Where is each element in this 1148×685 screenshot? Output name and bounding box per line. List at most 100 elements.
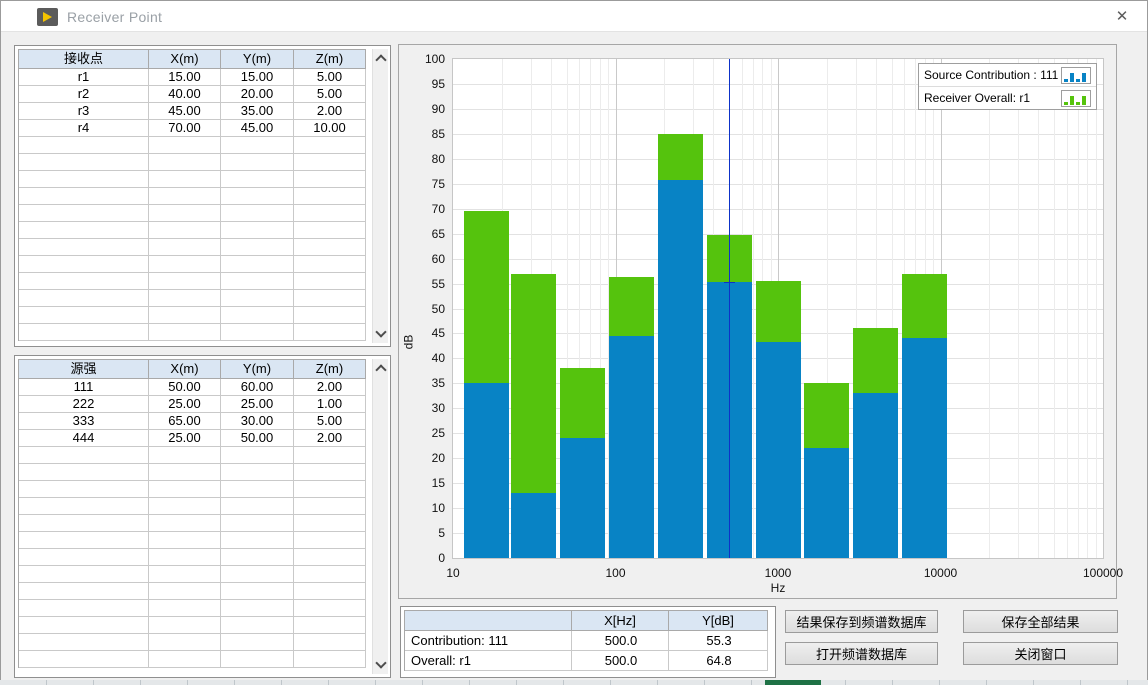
table-cell[interactable]: 50.00 <box>221 430 294 447</box>
table-cell[interactable]: r4 <box>19 120 149 137</box>
scroll-down-icon[interactable] <box>375 657 386 668</box>
table-cell <box>221 617 294 634</box>
bar-chart-icon-blue[interactable] <box>1061 67 1091 84</box>
legend-entry-contribution[interactable]: Source Contribution : 111 <box>919 64 1096 86</box>
save-to-spectrum-db-button[interactable]: 结果保存到频谱数据库 <box>785 610 938 633</box>
table-cell[interactable]: 25.00 <box>149 396 221 413</box>
table-cell[interactable]: 65.00 <box>149 413 221 430</box>
table-cell <box>294 634 366 651</box>
y-tick-label: 25 <box>399 426 445 440</box>
table-row[interactable]: Contribution: 111500.055.3 <box>405 631 768 651</box>
table-cell[interactable]: 500.0 <box>572 631 669 651</box>
table-row[interactable]: 44425.0050.002.00 <box>19 430 366 447</box>
table-cell[interactable]: 444 <box>19 430 149 447</box>
scroll-down-icon[interactable] <box>375 326 386 337</box>
close-window-button[interactable]: 关闭窗口 <box>963 642 1118 665</box>
close-icon[interactable]: ✕ <box>1111 7 1133 27</box>
empty-table-row <box>19 651 366 668</box>
table-cell <box>149 222 221 239</box>
table-row[interactable]: r345.0035.002.00 <box>19 103 366 120</box>
table-cell[interactable]: Contribution: 111 <box>405 631 572 651</box>
table-cell[interactable]: 15.00 <box>221 69 294 86</box>
table-cell[interactable]: r1 <box>19 69 149 86</box>
table-cell[interactable]: 35.00 <box>221 103 294 120</box>
table-row[interactable]: 33365.0030.005.00 <box>19 413 366 430</box>
table-cell[interactable]: 5.00 <box>294 86 366 103</box>
receiver-points-table[interactable]: 接收点X(m)Y(m)Z(m)r115.0015.005.00r240.0020… <box>14 45 391 347</box>
legend-entry-overall[interactable]: Receiver Overall: r1 <box>919 86 1096 109</box>
cursor-readout-table[interactable]: X[Hz]Y[dB]Contribution: 111500.055.3Over… <box>400 606 776 678</box>
empty-table-row <box>19 447 366 464</box>
cursor-line[interactable] <box>729 59 730 558</box>
table-cell <box>19 617 149 634</box>
table-cell <box>221 222 294 239</box>
y-tick-label: 20 <box>399 451 445 465</box>
empty-table-row <box>19 137 366 154</box>
column-header: Y[dB] <box>669 611 768 631</box>
table-cell[interactable]: 5.00 <box>294 413 366 430</box>
table-row[interactable]: r240.0020.005.00 <box>19 86 366 103</box>
table-cell[interactable]: 500.0 <box>572 651 669 671</box>
table-cell[interactable]: 222 <box>19 396 149 413</box>
table-cell[interactable]: 70.00 <box>149 120 221 137</box>
open-spectrum-db-button[interactable]: 打开频谱数据库 <box>785 642 938 665</box>
scroll-up-icon[interactable] <box>375 364 386 375</box>
table-cell[interactable]: 45.00 <box>149 103 221 120</box>
table-cell[interactable]: 111 <box>19 379 149 396</box>
source-box-grid: 源强X(m)Y(m)Z(m)11150.0060.002.0022225.002… <box>18 359 366 668</box>
v-gridline-minor <box>1078 59 1079 558</box>
y-tick-label: 70 <box>399 202 445 216</box>
table-cell[interactable]: 20.00 <box>221 86 294 103</box>
plot-area[interactable] <box>453 59 1103 558</box>
table-cell[interactable]: 45.00 <box>221 120 294 137</box>
save-all-results-button[interactable]: 保存全部结果 <box>963 610 1118 633</box>
table-cell <box>149 205 221 222</box>
table-row[interactable]: 11150.0060.002.00 <box>19 379 366 396</box>
table-cell[interactable]: 30.00 <box>221 413 294 430</box>
table-cell[interactable]: 10.00 <box>294 120 366 137</box>
empty-table-row <box>19 634 366 651</box>
table-cell[interactable]: r3 <box>19 103 149 120</box>
table-cell <box>149 464 221 481</box>
table-cell <box>149 532 221 549</box>
table-row[interactable]: Overall: r1500.064.8 <box>405 651 768 671</box>
table-cell <box>149 239 221 256</box>
v-gridline-minor <box>1054 59 1055 558</box>
table-row[interactable]: 22225.0025.001.00 <box>19 396 366 413</box>
table-cell[interactable]: 25.00 <box>221 396 294 413</box>
empty-table-row <box>19 532 366 549</box>
table-cell[interactable]: 2.00 <box>294 103 366 120</box>
empty-table-row <box>19 481 366 498</box>
v-gridline-minor <box>1018 59 1019 558</box>
table-cell[interactable]: 64.8 <box>669 651 768 671</box>
table-cell[interactable]: 55.3 <box>669 631 768 651</box>
source-strength-table[interactable]: 源强X(m)Y(m)Z(m)11150.0060.002.0022225.002… <box>14 355 391 678</box>
table-cell[interactable]: 50.00 <box>149 379 221 396</box>
table-cell <box>221 205 294 222</box>
table-cell[interactable]: 2.00 <box>294 430 366 447</box>
table-cell[interactable]: 60.00 <box>221 379 294 396</box>
y-tick-label: 50 <box>399 302 445 316</box>
bar-chart-icon-green[interactable] <box>1061 90 1091 107</box>
table-cell[interactable]: 5.00 <box>294 69 366 86</box>
table-cell <box>149 188 221 205</box>
empty-table-row <box>19 600 366 617</box>
table-row[interactable]: r470.0045.0010.00 <box>19 120 366 137</box>
table-cell[interactable]: 40.00 <box>149 86 221 103</box>
table-cell[interactable]: Overall: r1 <box>405 651 572 671</box>
source-box-scrollbar[interactable] <box>372 359 388 674</box>
table-cell[interactable]: 2.00 <box>294 379 366 396</box>
table-row[interactable]: r115.0015.005.00 <box>19 69 366 86</box>
table-cell[interactable]: 1.00 <box>294 396 366 413</box>
table-cell[interactable]: 25.00 <box>149 430 221 447</box>
scroll-up-icon[interactable] <box>375 54 386 65</box>
table-cell <box>19 549 149 566</box>
y-tick-label: 85 <box>399 127 445 141</box>
table-cell <box>294 324 366 341</box>
table-cell[interactable]: 333 <box>19 413 149 430</box>
receiver-box-scrollbar[interactable] <box>372 49 388 343</box>
table-cell <box>19 256 149 273</box>
table-cell[interactable]: r2 <box>19 86 149 103</box>
table-cell <box>149 324 221 341</box>
table-cell[interactable]: 15.00 <box>149 69 221 86</box>
